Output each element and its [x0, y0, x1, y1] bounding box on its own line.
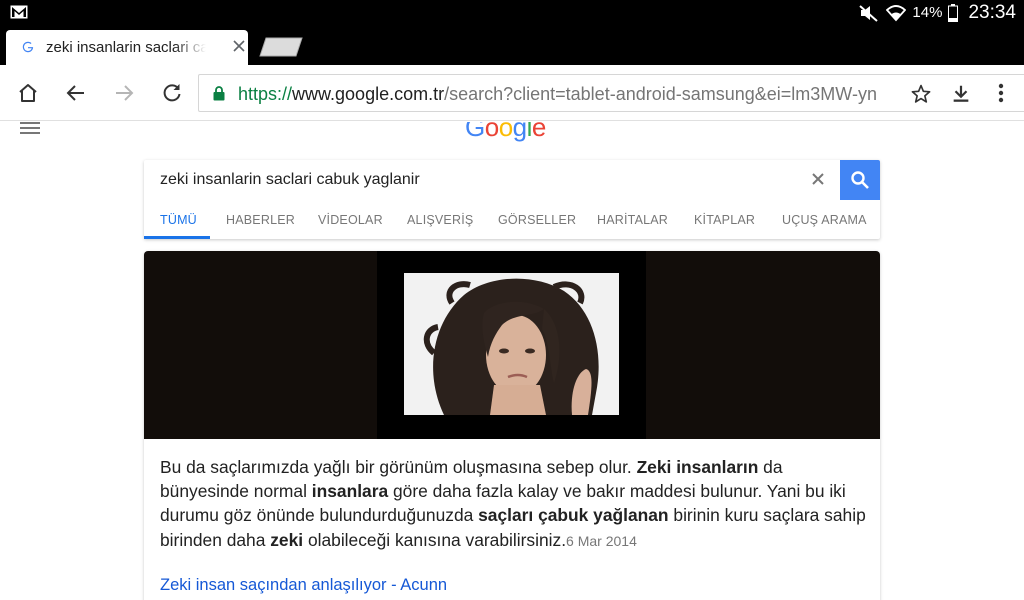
close-tab-icon[interactable] — [231, 38, 247, 54]
url-text[interactable]: https://www.google.com.tr/search?client=… — [238, 84, 900, 105]
browser-tab[interactable]: zeki insanlarin saclari cabuk yaglanir — [6, 30, 248, 65]
back-button[interactable] — [64, 81, 88, 105]
status-bar: 14% 23:34 — [0, 0, 1024, 25]
image-frame — [377, 251, 646, 439]
tab-all[interactable]: TÜMÜ — [160, 213, 197, 227]
clock: 23:34 — [968, 1, 1016, 23]
snippet-highlight: zeki — [270, 529, 304, 550]
snippet-date: 6 Mar 2014 — [566, 532, 637, 549]
snippet-part: Bu da saçlarımızda yağlı bir görünüm olu… — [160, 457, 637, 477]
wifi-icon — [886, 4, 907, 22]
home-button[interactable] — [16, 81, 40, 105]
search-icon — [851, 171, 869, 189]
search-button[interactable] — [840, 160, 880, 200]
url-host: www.google.com.tr — [292, 84, 445, 104]
search-box: zeki insanlarin saclari cabuk yaglanir T… — [144, 160, 880, 239]
tab-strip: zeki insanlarin saclari cabuk yaglanir — [0, 25, 1024, 65]
tab-news[interactable]: HABERLER — [226, 213, 295, 227]
forward-button[interactable] — [112, 81, 136, 105]
tab-flights[interactable]: UÇUŞ ARAMA — [782, 213, 867, 227]
featured-snippet-card: Bu da saçlarımızda yağlı bir görünüm olu… — [144, 251, 880, 600]
snippet-highlight: saçları çabuk yağlanan — [478, 505, 669, 526]
new-tab-button[interactable] — [258, 37, 304, 57]
tab-maps[interactable]: HARİTALAR — [597, 213, 668, 227]
download-icon[interactable] — [950, 83, 972, 105]
address-bar[interactable]: https://www.google.com.tr/search?client=… — [198, 74, 1024, 112]
tab-shopping[interactable]: ALIŞVERİŞ — [407, 213, 473, 227]
clear-search-icon[interactable] — [809, 170, 827, 188]
tab-videos[interactable]: VİDEOLAR — [318, 213, 383, 227]
secure-lock-icon — [213, 86, 225, 101]
snippet-image-banner[interactable] — [144, 251, 880, 439]
google-favicon-icon — [22, 41, 34, 53]
search-input[interactable]: zeki insanlarin saclari cabuk yaglanir — [160, 171, 420, 189]
muted-icon — [858, 4, 880, 22]
tab-books[interactable]: KİTAPLAR — [694, 213, 755, 227]
menu-icon[interactable] — [20, 122, 40, 134]
active-tab-indicator — [144, 236, 210, 239]
battery-icon — [948, 3, 959, 22]
more-options-icon[interactable] — [991, 81, 1011, 105]
reload-button[interactable] — [160, 81, 184, 105]
result-title-link[interactable]: Zeki insan saçından anlaşılıyor - Acunn — [160, 576, 447, 595]
tab-images[interactable]: GÖRSELLER — [498, 213, 576, 227]
search-tabs: TÜMÜ HABERLER VİDEOLAR ALIŞVERİŞ GÖRSELL… — [144, 200, 880, 239]
browser-toolbar: https://www.google.com.tr/search?client=… — [0, 65, 1024, 121]
url-scheme: https:// — [238, 84, 293, 104]
gmail-notification-icon — [10, 5, 28, 19]
google-logo[interactable]: Google — [465, 122, 546, 143]
woman-portrait-image — [404, 273, 619, 415]
bookmark-star-icon[interactable] — [910, 83, 932, 105]
snippet-part: olabileceği kanısına varabilirsiniz. — [303, 529, 567, 550]
snippet-highlight: insanlara — [311, 481, 389, 502]
snippet-highlight: Zeki insanların — [636, 457, 759, 477]
snippet-text: Bu da saçlarımızda yağlı bir görünüm olu… — [160, 455, 870, 553]
web-page: Google zeki insanlarin saclari cabuk yag… — [0, 122, 1024, 600]
tab-title: zeki insanlarin saclari cabuk yaglanir — [46, 39, 206, 56]
url-path: /search?client=tablet-android-samsung&ei… — [444, 84, 877, 104]
battery-percentage: 14% — [912, 4, 943, 21]
